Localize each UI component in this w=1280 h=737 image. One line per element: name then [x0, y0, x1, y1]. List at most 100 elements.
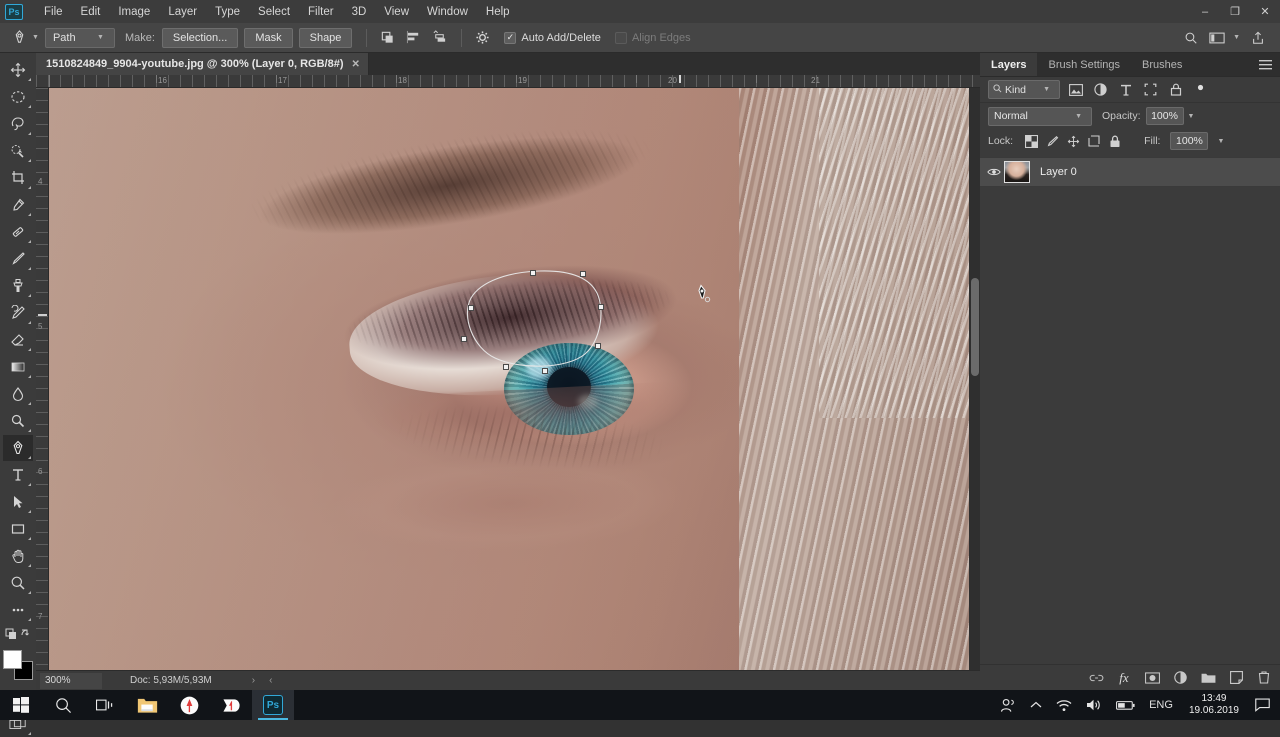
default-colors-icon[interactable] [3, 624, 33, 644]
new-adjustment-layer-icon[interactable] [1172, 670, 1188, 686]
menu-help[interactable]: Help [477, 3, 519, 21]
battery-icon[interactable] [1110, 690, 1141, 720]
start-button[interactable] [0, 690, 42, 720]
fill-field[interactable]: 100% [1170, 132, 1208, 150]
menu-select[interactable]: Select [249, 3, 299, 21]
photoshop-button[interactable]: Ps [252, 690, 294, 720]
make-mask-button[interactable]: Mask [244, 28, 292, 48]
menu-file[interactable]: File [35, 3, 72, 21]
pen-tool[interactable] [3, 435, 33, 461]
color-swatches[interactable] [3, 650, 33, 680]
layer-row[interactable]: Layer 0 [980, 157, 1280, 187]
pen-tool-icon[interactable] [8, 27, 30, 49]
minimize-button[interactable]: – [1190, 0, 1220, 23]
make-shape-button[interactable]: Shape [299, 28, 353, 48]
layer-style-fx-icon[interactable]: fx [1116, 670, 1132, 686]
filter-smart-object-icon[interactable] [1166, 80, 1185, 99]
auto-add-delete-checkbox[interactable]: ✓ Auto Add/Delete [504, 32, 601, 44]
path-anchor-point[interactable] [468, 305, 474, 311]
speaker-icon[interactable] [1080, 690, 1108, 720]
lock-image-pixels-icon[interactable] [1044, 133, 1060, 149]
status-collapse-icon[interactable]: ‹ [269, 675, 272, 686]
link-layers-icon[interactable] [1088, 670, 1104, 686]
horizontal-ruler[interactable]: 16 17 18 19 20 21 [36, 75, 980, 88]
edit-toolbar-button[interactable] [3, 597, 33, 623]
file-explorer-button[interactable] [126, 690, 168, 720]
foreground-color-swatch[interactable] [3, 650, 22, 669]
scrollbar-thumb[interactable] [971, 278, 979, 376]
vertical-ruler[interactable]: 4 5 6 7 [36, 88, 49, 695]
document-image[interactable] [49, 88, 969, 682]
close-icon[interactable]: ✕ [351, 59, 359, 70]
crop-tool[interactable] [3, 165, 33, 191]
path-mode-select[interactable]: Path ▼ [45, 28, 115, 48]
lock-transparent-pixels-icon[interactable] [1023, 133, 1039, 149]
lock-all-icon[interactable] [1107, 133, 1123, 149]
share-icon[interactable] [1246, 27, 1270, 49]
canvas-vertical-scrollbar[interactable] [969, 88, 980, 682]
yandex-browser-button[interactable] [168, 690, 210, 720]
filter-adjustment-icon[interactable] [1091, 80, 1110, 99]
menu-window[interactable]: Window [418, 3, 477, 21]
path-selection-tool[interactable] [3, 489, 33, 515]
chevron-down-icon[interactable]: ▼ [1188, 113, 1195, 120]
path-anchor-point[interactable] [530, 270, 536, 276]
path-anchor-point[interactable] [542, 368, 548, 374]
healing-brush-tool[interactable] [3, 219, 33, 245]
filter-toggle-icon[interactable] [1191, 80, 1210, 99]
history-brush-tool[interactable] [3, 300, 33, 326]
delete-layer-icon[interactable] [1256, 670, 1272, 686]
move-tool[interactable] [3, 57, 33, 83]
path-anchor-point[interactable] [598, 304, 604, 310]
lock-artboard-nesting-icon[interactable] [1086, 133, 1102, 149]
menu-edit[interactable]: Edit [72, 3, 110, 21]
filter-kind-select[interactable]: Kind ▼ [988, 80, 1060, 99]
notification-icon[interactable] [1249, 690, 1276, 720]
search-button[interactable] [42, 690, 84, 720]
menu-3d[interactable]: 3D [343, 3, 376, 21]
language-indicator[interactable]: ENG [1143, 690, 1179, 720]
marquee-tool[interactable] [3, 84, 33, 110]
tool-preset-caret-icon[interactable]: ▼ [32, 34, 39, 41]
filter-pixel-icon[interactable] [1066, 80, 1085, 99]
menu-type[interactable]: Type [206, 3, 249, 21]
tab-layers[interactable]: Layers [980, 53, 1037, 76]
document-tab[interactable]: 1510824849_9904-youtube.jpg @ 300% (Laye… [36, 53, 369, 75]
panel-menu-icon[interactable] [1251, 53, 1280, 76]
add-layer-mask-icon[interactable] [1144, 670, 1160, 686]
brush-tool[interactable] [3, 246, 33, 272]
dodge-tool[interactable] [3, 408, 33, 434]
chevron-down-icon[interactable]: ▼ [1233, 34, 1240, 41]
close-button[interactable]: ✕ [1250, 0, 1280, 23]
zoom-level-field[interactable]: 300% [40, 673, 102, 689]
menu-view[interactable]: View [375, 3, 418, 21]
task-view-button[interactable] [84, 690, 126, 720]
lock-position-icon[interactable] [1065, 133, 1081, 149]
status-expand-icon[interactable]: › [252, 675, 255, 686]
path-operations-icon[interactable] [375, 27, 399, 49]
path-anchor-point[interactable] [503, 364, 509, 370]
search-icon[interactable] [1179, 27, 1203, 49]
rectangle-tool[interactable] [3, 516, 33, 542]
filter-type-icon[interactable] [1116, 80, 1135, 99]
eraser-tool[interactable] [3, 327, 33, 353]
hand-tool[interactable] [3, 543, 33, 569]
blend-mode-select[interactable]: Normal ▼ [988, 107, 1092, 126]
type-tool[interactable] [3, 462, 33, 488]
people-icon[interactable] [994, 690, 1022, 720]
opacity-field[interactable]: 100% [1146, 107, 1184, 125]
menu-image[interactable]: Image [109, 3, 159, 21]
layer-thumbnail[interactable] [1004, 161, 1030, 183]
path-arrangement-icon[interactable] [427, 27, 451, 49]
clock[interactable]: 13:49 19.06.2019 [1181, 690, 1247, 720]
gear-icon[interactable] [470, 27, 494, 49]
layer-name[interactable]: Layer 0 [1040, 166, 1077, 178]
clone-stamp-tool[interactable] [3, 273, 33, 299]
menu-filter[interactable]: Filter [299, 3, 343, 21]
lasso-tool[interactable] [3, 111, 33, 137]
wifi-icon[interactable] [1050, 690, 1078, 720]
zoom-tool[interactable] [3, 570, 33, 596]
path-alignment-icon[interactable] [401, 27, 425, 49]
path-anchor-point[interactable] [580, 271, 586, 277]
new-layer-icon[interactable] [1228, 670, 1244, 686]
